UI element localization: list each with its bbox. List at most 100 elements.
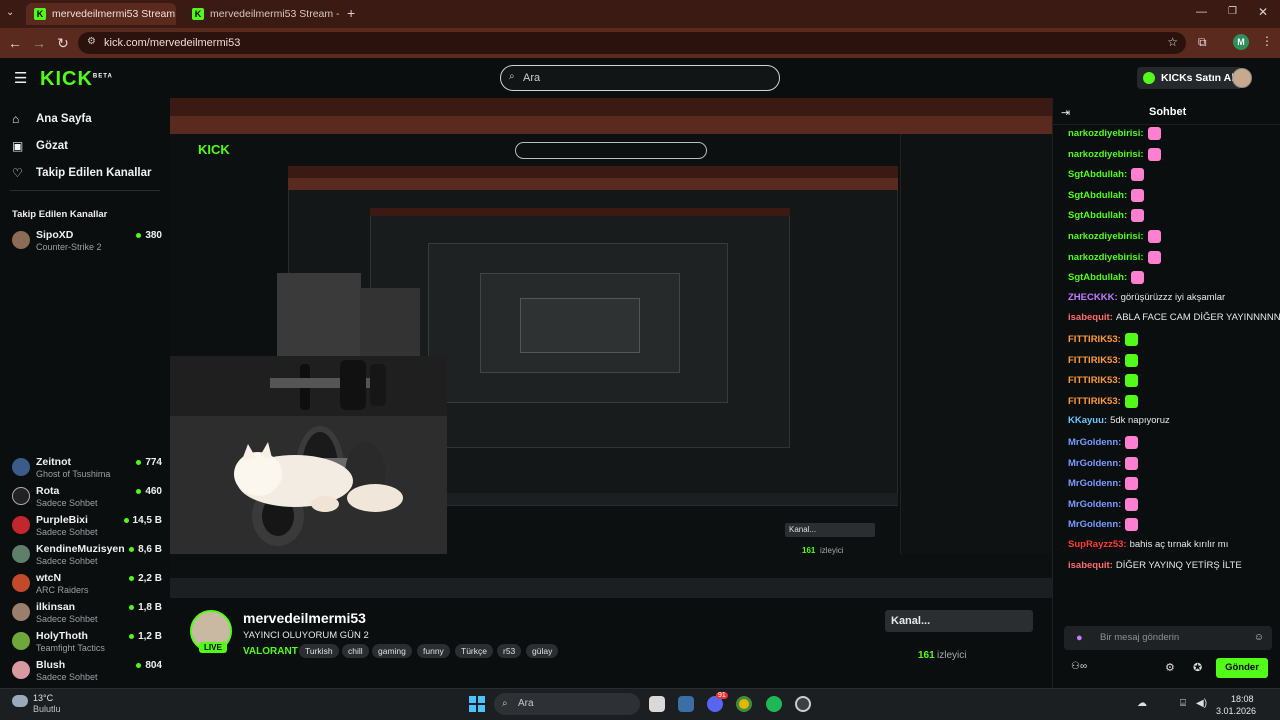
network-icon[interactable]: ⌸ (1180, 698, 1186, 709)
overlay-channel-point-button[interactable]: Kanal... (785, 523, 875, 537)
chat-username[interactable]: SgtAbdullah: (1068, 272, 1127, 283)
spotify-icon[interactable] (766, 696, 782, 712)
tag-chip[interactable]: chill (342, 644, 369, 658)
chat-username[interactable]: FITTIRIK53: (1068, 375, 1121, 386)
reload-icon[interactable]: ↻ (54, 35, 72, 52)
nav-following[interactable]: ♡ Takip Edilen Kanallar (12, 166, 151, 180)
channel-point-popup[interactable]: Kanal... (885, 610, 1033, 632)
site-header: ☰ KICKBETA ⌕ Ara KICKs Satın Al (0, 58, 1280, 98)
clock-time[interactable]: 18:08 (1231, 694, 1254, 704)
sidebar-channel-rota[interactable]: Rota Sadece Sohbet 460 (12, 483, 162, 511)
stream-category[interactable]: VALORANT (243, 646, 298, 657)
hamburger-menu-icon[interactable]: ☰ (14, 69, 27, 87)
weather-cloud-icon (12, 695, 28, 707)
sidebar-channel-wtcn[interactable]: wtcN ARC Raiders 2,2 B (12, 570, 162, 598)
chat-username[interactable]: MrGoldenn: (1068, 458, 1121, 469)
emoji-icon[interactable]: ☺ (1254, 626, 1264, 650)
chat-username[interactable]: MrGoldenn: (1068, 519, 1121, 530)
sidebar-channel-zeitnot[interactable]: Zeitnot Ghost of Tsushima 774 (12, 454, 162, 482)
video-player[interactable]: KICK mervedeilmermi53 YAYINCI OLUYORUM G… (170, 98, 1052, 598)
task-view-icon[interactable] (649, 696, 665, 712)
chat-message: narkozdiyebirisi: (1068, 127, 1161, 140)
sidebar-channel-sipoxd[interactable]: SipoXD Counter-Strike 2 380 (12, 227, 162, 255)
chat-username[interactable]: narkozdiyebirisi: (1068, 252, 1144, 263)
url-field[interactable]: ⚙ kick.com/mervedeilmermi53 ☆ (78, 32, 1186, 54)
steam-icon[interactable] (795, 696, 811, 712)
chat-username[interactable]: narkozdiyebirisi: (1068, 231, 1144, 242)
tag-chip[interactable]: funny (417, 644, 450, 658)
browser-tab[interactable]: K mervedeilmermi53 Stream - W ✕ (184, 3, 342, 25)
chat-username[interactable]: narkozdiyebirisi: (1068, 149, 1144, 160)
forward-icon[interactable]: → (30, 35, 48, 51)
onedrive-icon[interactable]: ☁ (1137, 698, 1147, 709)
chat-username[interactable]: isabequit: (1068, 312, 1113, 323)
channel-point-label: Kanal... (891, 615, 931, 627)
profile-avatar[interactable]: M (1233, 34, 1249, 50)
chat-username[interactable]: MrGoldenn: (1068, 478, 1121, 489)
nav-home[interactable]: ⌂ Ana Sayfa (12, 112, 92, 126)
channel-avatar (12, 487, 30, 505)
chat-users-icon[interactable]: ⚇∞ (1071, 661, 1087, 672)
search-input[interactable]: ⌕ Ara (500, 65, 780, 91)
tag-chip[interactable]: r53 (497, 644, 522, 658)
address-bar-row: ← → ↻ ⚙ kick.com/mervedeilmermi53 ☆ ⧉ M … (0, 28, 1280, 58)
chat-settings-icon[interactable]: ⚙ (1165, 661, 1175, 674)
chat-username[interactable]: isabequit: (1068, 560, 1113, 571)
chrome-icon[interactable] (736, 696, 752, 712)
chat-username[interactable]: FITTIRIK53: (1068, 396, 1121, 407)
chat-username[interactable]: MrGoldenn: (1068, 437, 1121, 448)
chat-username[interactable]: MrGoldenn: (1068, 499, 1121, 510)
kick-logo[interactable]: KICKBETA (40, 68, 113, 91)
chat-username[interactable]: SgtAbdullah: (1068, 169, 1127, 180)
chat-emote-icon (1125, 518, 1139, 532)
windows-start-icon[interactable] (469, 696, 485, 712)
viewer-count: 161 (918, 650, 935, 661)
chat-username[interactable]: KKayuu: (1068, 415, 1107, 426)
tag-chip[interactable]: Turkish (299, 644, 339, 658)
sidebar-channel-ilkinsan[interactable]: ilkinsan Sadece Sohbet 1,8 B (12, 599, 162, 627)
channel-viewers: 380 (136, 230, 162, 241)
tag-chip[interactable]: gaming (372, 644, 412, 658)
sidebar-channel-kendinemuzisyen[interactable]: KendineMuzisyen Sadece Sohbet 8,6 B (12, 541, 162, 569)
maximize-icon[interactable]: ❐ (1228, 6, 1237, 17)
browser-tab-active[interactable]: K mervedeilmermi53 Stream - Kic ✕ (26, 3, 176, 25)
channel-viewers: 774 (136, 457, 162, 468)
chat-rewards-icon[interactable]: ✪ (1193, 661, 1202, 674)
streamer-name[interactable]: mervedeilmermi53 (243, 610, 366, 626)
volume-icon[interactable]: ◀) (1196, 698, 1207, 709)
minimize-icon[interactable]: — (1196, 6, 1207, 18)
tab-search-chevron-icon[interactable]: ⌄ (6, 7, 14, 18)
sidebar-channel-purplebixi[interactable]: PurpleBixi Sadece Sohbet 14,5 B (12, 512, 162, 540)
extensions-icon[interactable]: ⧉ (1198, 35, 1207, 50)
channel-game: ARC Raiders (36, 585, 89, 595)
user-avatar[interactable] (1232, 68, 1252, 88)
nav-browse[interactable]: ▣ Gözat (12, 139, 68, 153)
chat-message: MrGoldenn: (1068, 436, 1139, 449)
send-button[interactable]: Gönder (1216, 658, 1268, 678)
site-info-icon[interactable]: ⚙ (87, 36, 96, 47)
chat-input[interactable]: ● Bir mesaj gönderin ☺ (1064, 626, 1272, 650)
sidebar-channel-blush[interactable]: Blush Sadece Sohbet 804 (12, 657, 162, 685)
tag-chip[interactable]: gülay (526, 644, 559, 658)
back-icon[interactable]: ← (6, 35, 24, 51)
bookmark-star-icon[interactable]: ☆ (1167, 35, 1178, 49)
browser-menu-icon[interactable]: ⋮ (1261, 34, 1273, 48)
chat-username[interactable]: FITTIRIK53: (1068, 355, 1121, 366)
chat-username[interactable]: ZHECKKK: (1068, 292, 1118, 303)
chat-username[interactable]: SgtAbdullah: (1068, 190, 1127, 201)
window-close-icon[interactable]: ✕ (1258, 5, 1268, 19)
chat-username[interactable]: SupRayzz53: (1068, 539, 1127, 550)
mic-icon[interactable]: ● (1076, 626, 1083, 650)
new-tab-icon[interactable]: + (347, 5, 355, 21)
chat-username[interactable]: SgtAbdullah: (1068, 210, 1127, 221)
chat-username[interactable]: FITTIRIK53: (1068, 334, 1121, 345)
buy-kicks-button[interactable]: KICKs Satın Al (1137, 67, 1243, 89)
collapse-chat-icon[interactable]: ⇥ (1061, 106, 1070, 119)
tag-chip[interactable]: Türkçe (455, 644, 493, 658)
taskbar-search[interactable]: ⌕ Ara (494, 693, 640, 715)
app-icon[interactable] (678, 696, 694, 712)
weather-temp[interactable]: 13°C (33, 693, 53, 703)
chat-username[interactable]: narkozdiyebirisi: (1068, 128, 1144, 139)
webcam-overlay (170, 356, 447, 554)
sidebar-channel-holythoth[interactable]: HolyThoth Teamfight Tactics 1,2 B (12, 628, 162, 656)
